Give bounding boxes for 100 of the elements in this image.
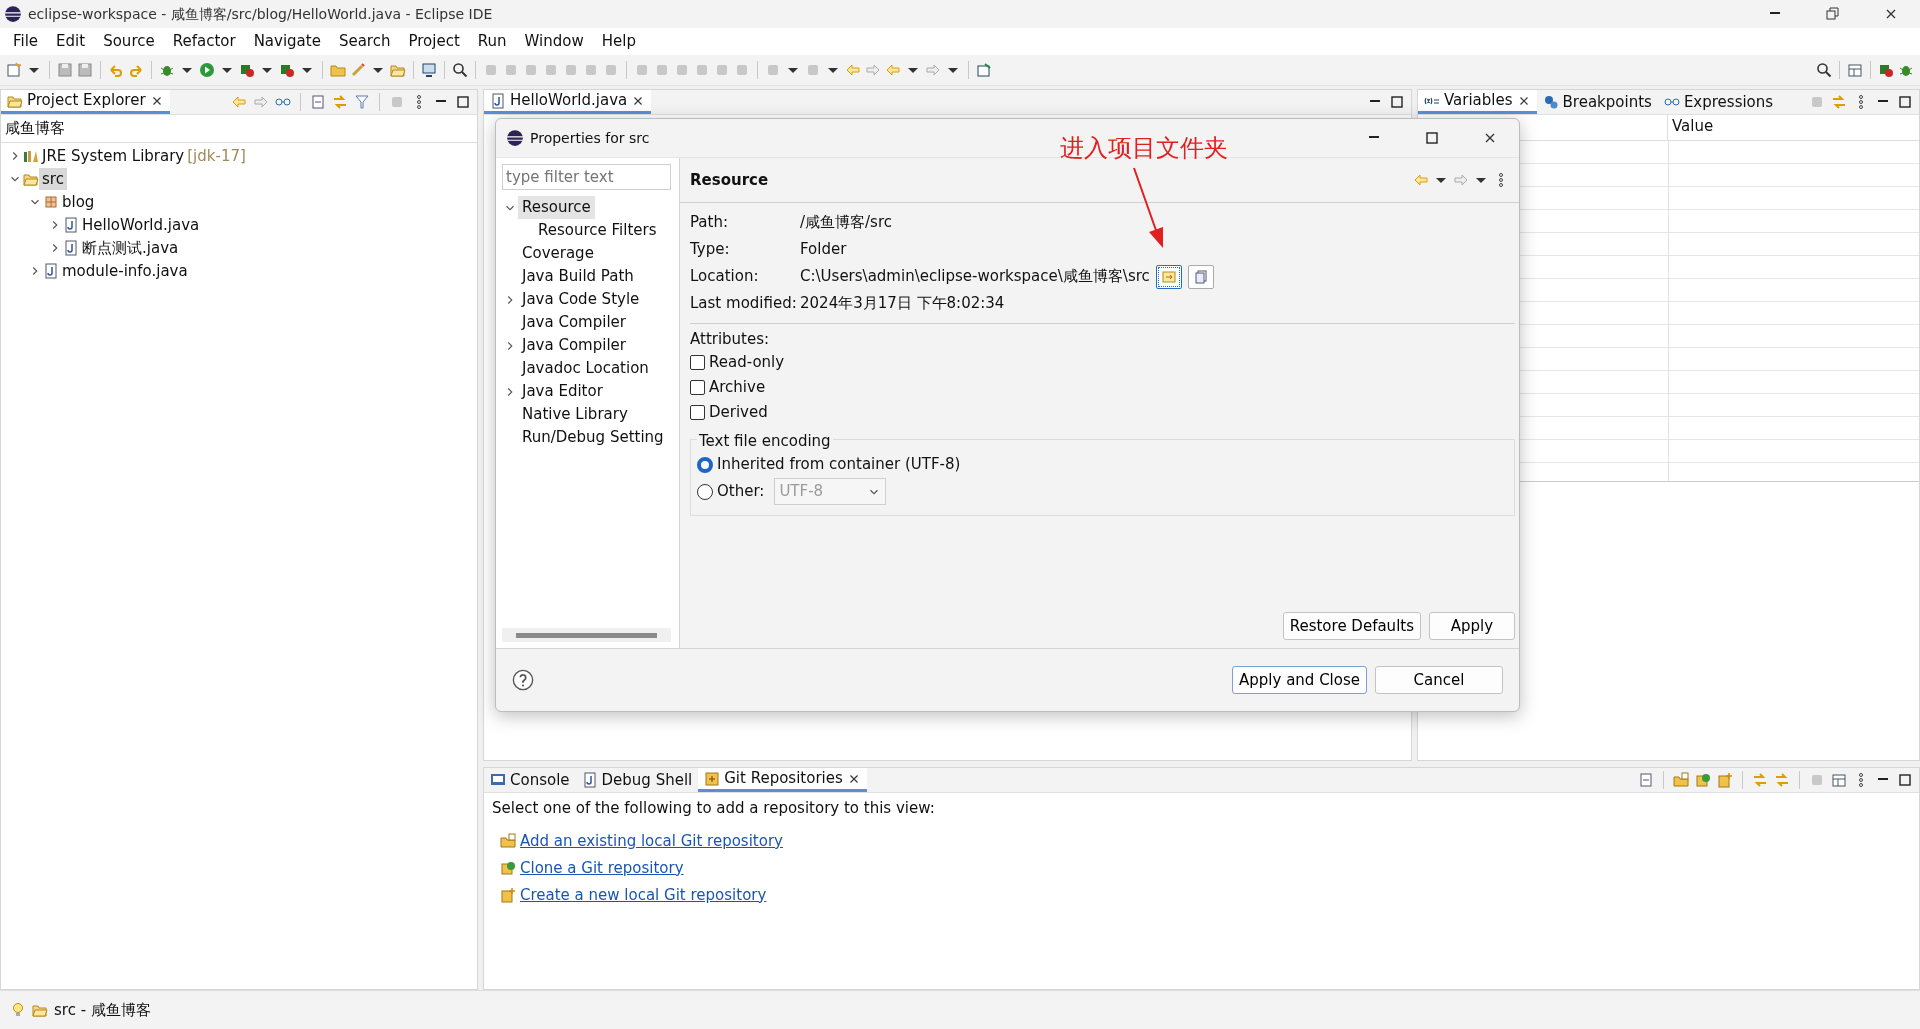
menu-item[interactable]: Source (94, 30, 164, 53)
add-repository-icon[interactable] (1673, 772, 1689, 788)
menu-item[interactable]: File (4, 30, 48, 53)
nav-item[interactable]: Java Editor (518, 380, 607, 403)
tree-item[interactable]: module-info.java (59, 259, 191, 283)
search-icon[interactable] (1816, 62, 1832, 78)
maximize-icon[interactable] (1389, 94, 1405, 110)
clone-icon[interactable] (1695, 772, 1711, 788)
menu-item[interactable]: Help (592, 30, 645, 53)
dialog-button[interactable]: Cancel (1375, 666, 1503, 694)
nav-item[interactable]: Java Compiler (518, 334, 630, 357)
instructions-text: Select one of the following to add a repository to this view: (492, 798, 936, 819)
tree-item[interactable]: 断点测试.java (79, 236, 182, 260)
field-value: 2024年3月17日 下午8:02:34 (800, 293, 1005, 315)
folder-icon (32, 1002, 48, 1018)
tree-item[interactable]: JRE System Library (39, 144, 188, 168)
eclipse-logo-icon (4, 5, 22, 23)
editor-tab[interactable]: HelloWorld.java (484, 90, 652, 114)
field-value: Folder (800, 239, 847, 261)
menu-item[interactable]: Run (468, 30, 516, 53)
dialog-title: Properties for src (530, 128, 650, 148)
scrollbar-thumb[interactable] (516, 632, 657, 638)
radio-button[interactable] (697, 483, 713, 500)
repository-link[interactable]: Clone a Git repository (520, 856, 684, 880)
folder-icon (23, 171, 39, 187)
view-tab[interactable]: Console (484, 768, 576, 792)
project-name: 咸鱼博客 (4, 119, 65, 137)
view-tab[interactable]: Breakpoints (1536, 90, 1658, 114)
help-icon[interactable] (512, 669, 534, 691)
checkbox[interactable] (690, 405, 705, 420)
nav-item[interactable]: Native Library (518, 403, 632, 426)
breakpoints-icon (1542, 94, 1559, 110)
page-button[interactable]: Restore Defaults (1282, 612, 1421, 640)
jdk-label: [jdk-17] (187, 145, 246, 167)
open-folder-button[interactable] (1155, 264, 1182, 289)
page-button[interactable]: Apply (1429, 612, 1515, 640)
nav-item[interactable]: Java Build Path (518, 265, 638, 288)
java-file-icon (63, 217, 79, 233)
radio-button[interactable] (697, 456, 713, 473)
maximize-icon[interactable] (1424, 130, 1440, 146)
checkbox-label: Archive (709, 377, 766, 399)
field-label: Last modified: (690, 293, 798, 315)
menu-item[interactable]: Refactor (163, 30, 245, 53)
search-icon[interactable] (452, 62, 468, 78)
console-icon (490, 772, 506, 788)
menu-item[interactable]: Window (515, 30, 593, 53)
maximize-icon[interactable] (455, 94, 471, 110)
menu-item[interactable]: Edit (47, 30, 95, 53)
field-label: Location: (690, 266, 760, 288)
section-label: Attributes: (690, 328, 770, 350)
run-icon[interactable] (199, 62, 215, 78)
repository-link[interactable]: Create a new local Git repository (520, 883, 767, 907)
copy-button[interactable] (1187, 264, 1214, 289)
tree-item[interactable]: HelloWorld.java (79, 213, 203, 237)
field-value: /咸鱼博客/src (800, 212, 892, 234)
status-text: src - 咸鱼博客 (54, 999, 151, 1021)
radio-label: Other: (717, 481, 765, 503)
go-to-folder-icon (1160, 268, 1177, 285)
create-repository-icon (500, 887, 516, 903)
view-tab[interactable]: Project Explorer (1, 90, 170, 114)
eclipse-logo-icon (506, 129, 524, 147)
java-file-icon (63, 240, 79, 256)
tree-item[interactable]: src (39, 167, 67, 191)
nav-item[interactable]: Javadoc Location (518, 357, 653, 380)
nav-item[interactable]: Coverage (518, 242, 598, 265)
nav-item[interactable]: Java Compiler (518, 311, 630, 334)
page-title: Resource (690, 169, 769, 191)
repository-link[interactable]: Add an existing local Git repository (520, 829, 783, 853)
add-repository-icon (500, 833, 516, 849)
filter-icon[interactable] (354, 94, 370, 110)
pin-icon[interactable] (976, 62, 992, 78)
tree-item[interactable]: blog (59, 190, 98, 214)
library-icon (23, 148, 39, 164)
git-icon (704, 770, 721, 787)
menu-item[interactable]: Navigate (244, 30, 330, 53)
java-file-icon (490, 92, 506, 109)
package-icon (43, 194, 59, 210)
view-tab[interactable]: Git Repositories (698, 768, 867, 792)
nav-item[interactable]: Run/Debug Setting (518, 426, 668, 449)
field-label: Path: (690, 212, 729, 234)
restore-icon[interactable] (1825, 6, 1841, 22)
maximize-icon[interactable] (1897, 772, 1913, 788)
view-tab[interactable]: Debug Shell (575, 768, 699, 792)
radio-label: Inherited from container (UTF-8) (717, 454, 961, 476)
nav-item[interactable]: Resource Filters (534, 219, 661, 242)
filter-field[interactable]: type filter text (502, 164, 671, 190)
copy-icon (1192, 268, 1209, 285)
nav-item[interactable]: Resource (518, 196, 595, 219)
menu-item[interactable]: Project (399, 30, 469, 53)
nav-item[interactable]: Java Code Style (518, 288, 644, 311)
checkbox[interactable] (690, 380, 705, 395)
checkbox[interactable] (690, 355, 705, 370)
window-title: eclipse-workspace - 咸鱼博客/src/blog/HelloWorld.java - Eclipse IDE (28, 4, 493, 24)
checkbox-label: Read-only (709, 352, 785, 374)
monitor-icon[interactable] (421, 62, 437, 78)
view-tab[interactable]: Expressions (1657, 90, 1780, 114)
dialog-button[interactable]: Apply and Close (1232, 666, 1367, 694)
maximize-icon[interactable] (1897, 94, 1913, 110)
view-tab[interactable]: Variables (1418, 90, 1537, 114)
menu-item[interactable]: Search (329, 30, 400, 53)
